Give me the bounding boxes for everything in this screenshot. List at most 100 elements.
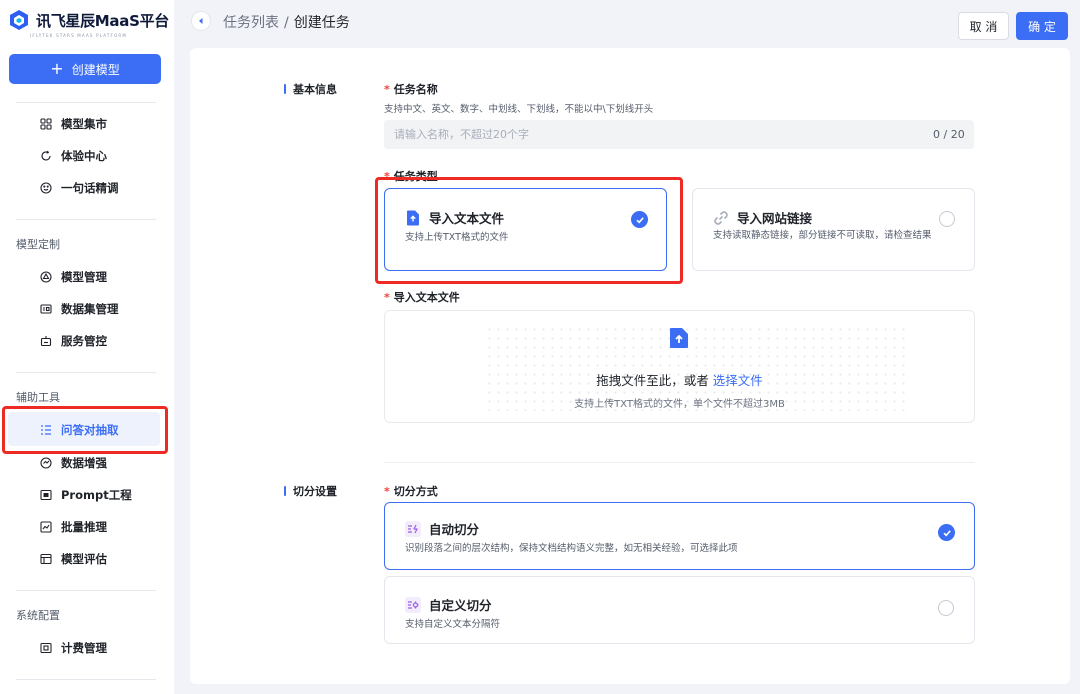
logo-text: 讯飞星辰MaaS平台 (36, 11, 169, 30)
section-split-settings: 切分设置 (284, 483, 337, 499)
split-mode-label-text: 切分方式 (393, 485, 438, 498)
sidebar-item-label: 模型管理 (61, 270, 107, 284)
upload-drag-text: 拖拽文件至此，或者 (596, 373, 709, 388)
section-label: 切分设置 (293, 485, 337, 498)
upload-label: * 导入文本文件 (384, 289, 460, 305)
divider (16, 219, 156, 220)
nav-group-custom: 模型定制 (16, 238, 60, 251)
augment-icon (40, 457, 52, 469)
required-mark: * (384, 485, 390, 498)
sidebar-item-data-augment[interactable]: 数据增强 (40, 453, 107, 473)
sidebar-item-model-eval[interactable]: 模型评估 (40, 549, 107, 569)
sidebar-item-dataset-manage[interactable]: 数据集管理 (40, 299, 119, 319)
robot-icon (40, 335, 52, 347)
logo-subtitle: IFLYTEK STARS MAAS PLATFORM (30, 33, 128, 38)
sidebar-item-service-control[interactable]: 服务管控 (40, 331, 107, 351)
task-name-label: * 任务名称 (384, 81, 438, 97)
section-label: 基本信息 (293, 83, 337, 96)
task-type-website-card[interactable]: 导入网站链接 支持读取静态链接，部分链接不可读取，请检查结果 (692, 188, 975, 271)
file-upload-icon (670, 328, 688, 348)
upload-label-text: 导入文本文件 (393, 291, 460, 304)
back-button[interactable] (192, 12, 210, 30)
logo-mark-icon (10, 10, 28, 30)
card-description: 识别段落之间的层次结构，保持文档结构语义完整，如无相关经验，可选择此项 (405, 543, 738, 554)
refresh-icon (40, 150, 52, 162)
upload-main-text: 拖拽文件至此，或者 选择文件 (385, 370, 974, 389)
breadcrumb-separator: / (284, 15, 289, 31)
divider (16, 372, 156, 373)
card-title-text: 导入文本文件 (429, 211, 505, 226)
auto-split-icon (405, 520, 421, 537)
card-description: 支持自定义文本分隔符 (405, 619, 501, 630)
file-upload-dropzone[interactable]: 拖拽文件至此，或者 选择文件 支持上传TXT格式的文件，单个文件不超过3MB (384, 310, 975, 423)
section-bar (284, 84, 286, 94)
create-model-button[interactable]: + 创建模型 (9, 54, 161, 84)
divider (16, 590, 156, 591)
sidebar-item-label: 数据集管理 (61, 302, 119, 316)
task-type-label-text: 任务类型 (393, 170, 438, 183)
chart-icon (40, 521, 52, 533)
billing-icon (40, 642, 52, 654)
smile-icon (40, 182, 52, 194)
required-mark: * (384, 83, 390, 96)
sidebar-item-batch-infer[interactable]: 批量推理 (40, 517, 107, 537)
card-description: 支持读取静态链接，部分链接不可读取，请检查结果 (713, 230, 932, 241)
file-upload-icon (405, 210, 421, 226)
card-title-text: 自定义切分 (429, 598, 492, 613)
sidebar-item-market[interactable]: 模型集市 (40, 114, 107, 134)
sidebar-item-prompt[interactable]: Prompt工程 (40, 485, 132, 505)
confirm-button[interactable]: 确 定 (1016, 12, 1068, 40)
sidebar-item-label: Prompt工程 (61, 488, 132, 502)
nav-group-system: 系统配置 (16, 609, 60, 622)
sidebar-item-label: 模型集市 (61, 117, 107, 131)
divider (16, 679, 156, 680)
section-basic-info: 基本信息 (284, 81, 337, 97)
divider (16, 102, 156, 103)
caret-left-icon (199, 18, 203, 24)
radio-unchecked-icon (939, 211, 955, 227)
section-divider (384, 462, 975, 463)
sidebar-item-qa-extract[interactable]: 问答对抽取 (40, 420, 119, 440)
breadcrumb-task-list[interactable]: 任务列表 (223, 15, 279, 31)
sidebar-item-billing[interactable]: 计费管理 (40, 638, 107, 658)
sidebar-item-label: 问答对抽取 (61, 423, 119, 437)
sidebar-item-model-manage[interactable]: 模型管理 (40, 267, 107, 287)
custom-split-icon (405, 596, 421, 613)
model-icon (40, 271, 52, 283)
link-icon (713, 210, 729, 226)
prompt-icon (40, 489, 52, 501)
create-model-label: 创建模型 (71, 62, 120, 77)
task-type-text-file-card[interactable]: 导入文本文件 支持上传TXT格式的文件 (384, 188, 667, 271)
split-mode-label: * 切分方式 (384, 483, 438, 499)
required-mark: * (384, 170, 390, 183)
sidebar: 讯飞星辰MaaS平台 IFLYTEK STARS MAAS PLATFORM +… (0, 0, 174, 694)
sidebar-item-label: 一句话精调 (61, 181, 119, 195)
sidebar-item-label: 批量推理 (61, 520, 107, 534)
dataset-icon (40, 303, 52, 315)
sidebar-item-one-sentence[interactable]: 一句话精调 (40, 178, 119, 198)
checked-icon (631, 211, 648, 228)
split-mode-custom-card[interactable]: 自定义切分 支持自定义文本分隔符 (384, 576, 975, 644)
form-panel: 基本信息 * 任务名称 支持中文、英文、数字、中划线、下划线，不能以中\下划线开头… (190, 48, 1070, 684)
task-type-label: * 任务类型 (384, 168, 438, 184)
sidebar-item-label: 体验中心 (61, 149, 107, 163)
sidebar-item-label: 数据增强 (61, 456, 107, 470)
cancel-button[interactable]: 取 消 (958, 12, 1009, 40)
sidebar-item-experience[interactable]: 体验中心 (40, 146, 107, 166)
sidebar-item-label: 模型评估 (61, 552, 107, 566)
select-file-link[interactable]: 选择文件 (713, 373, 763, 388)
task-name-input[interactable] (384, 120, 974, 149)
task-name-label-text: 任务名称 (393, 83, 438, 96)
card-title-text: 自动切分 (429, 522, 480, 537)
logo[interactable]: 讯飞星辰MaaS平台 (8, 9, 169, 31)
sidebar-item-label: 服务管控 (61, 334, 107, 348)
radio-unchecked-icon (938, 600, 954, 616)
card-description: 支持上传TXT格式的文件 (405, 232, 509, 243)
upload-sub-text: 支持上传TXT格式的文件，单个文件不超过3MB (574, 399, 785, 410)
card-title: 导入网站链接 (713, 208, 812, 227)
required-mark: * (384, 291, 390, 304)
section-bar (284, 486, 286, 496)
breadcrumb-current: 创建任务 (293, 15, 350, 31)
split-mode-auto-card[interactable]: 自动切分 识别段落之间的层次结构，保持文档结构语义完整，如无相关经验，可选择此项 (384, 502, 975, 570)
task-name-counter: 0 / 20 (933, 128, 965, 141)
